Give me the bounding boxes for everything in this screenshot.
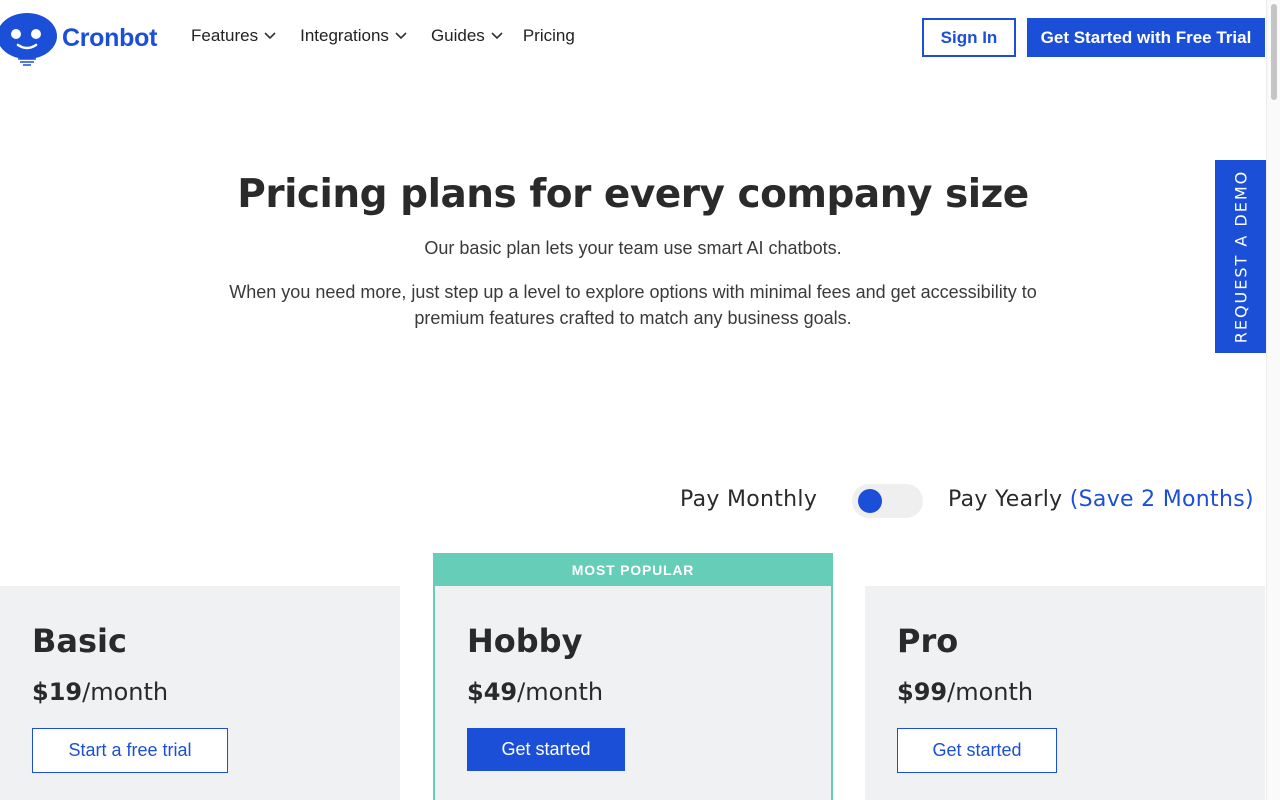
save-note: (Save 2 Months) <box>1069 487 1254 512</box>
nav-item-integrations[interactable]: Integrations <box>300 26 407 46</box>
get-started-button[interactable]: Get started <box>467 728 625 771</box>
pricing-page: Cronbot Features Integrations Guides Pri… <box>0 0 1280 800</box>
site-header: Cronbot Features Integrations Guides Pri… <box>0 0 1266 75</box>
plan-card-hobby: MOST POPULAR Hobby $49/month Get started <box>433 553 833 800</box>
main-nav: Features Integrations Guides Pricing <box>191 26 575 46</box>
pay-yearly-label[interactable]: Pay Yearly (Save 2 Months) <box>948 487 1254 512</box>
nav-item-guides[interactable]: Guides <box>431 26 503 46</box>
hero-description: When you need more, just step up a level… <box>229 282 1037 328</box>
nav-item-label: Integrations <box>300 26 389 45</box>
price-amount: $99 <box>897 678 948 706</box>
price-period: /month <box>947 678 1034 706</box>
price-period: /month <box>82 678 169 706</box>
plan-card-basic: Basic $19/month Start a free trial <box>0 586 400 800</box>
get-started-button[interactable]: Get started <box>897 728 1057 773</box>
plan-price: $99/month <box>897 678 1033 706</box>
hero-subtitle: Our basic plan lets your team use smart … <box>424 238 842 258</box>
plan-price: $19/month <box>32 678 168 706</box>
pay-monthly-label[interactable]: Pay Monthly <box>680 487 817 512</box>
plan-name: Hobby <box>467 622 583 660</box>
sign-in-button[interactable]: Sign In <box>922 18 1016 57</box>
scrollbar-thumb[interactable] <box>1271 4 1277 100</box>
page-title: Pricing plans for every company size <box>237 172 1029 217</box>
nav-item-label: Pricing <box>522 26 575 45</box>
billing-toggle[interactable] <box>852 484 923 518</box>
billing-toggle-row: Pay Monthly Pay Yearly (Save 2 Months) <box>0 484 1266 518</box>
nav-item-pricing[interactable]: Pricing <box>523 26 575 46</box>
most-popular-badge: MOST POPULAR <box>435 553 831 586</box>
chevron-down-icon <box>395 32 407 40</box>
plan-name: Basic <box>32 622 127 660</box>
free-trial-button[interactable]: Get Started with Free Trial <box>1027 18 1265 57</box>
nav-item-label: Features <box>191 26 259 45</box>
plan-name: Pro <box>897 622 959 660</box>
price-amount: $19 <box>32 678 83 706</box>
toggle-knob <box>858 489 882 513</box>
price-amount: $49 <box>467 678 518 706</box>
price-period: /month <box>517 678 604 706</box>
start-free-trial-button[interactable]: Start a free trial <box>32 728 228 773</box>
nav-item-label: Guides <box>430 26 485 45</box>
plan-card-pro: Pro $99/month Get started <box>865 586 1265 800</box>
plan-price: $49/month <box>467 678 603 706</box>
brand-name: Cronbot <box>62 23 158 52</box>
nav-item-features[interactable]: Features <box>191 26 276 46</box>
scrollbar[interactable] <box>1266 0 1280 800</box>
logo[interactable]: Cronbot <box>0 12 157 68</box>
chevron-down-icon <box>491 32 503 40</box>
pay-yearly-text: Pay Yearly <box>948 487 1063 512</box>
robot-logo-icon <box>0 13 57 66</box>
chevron-down-icon <box>264 32 276 40</box>
